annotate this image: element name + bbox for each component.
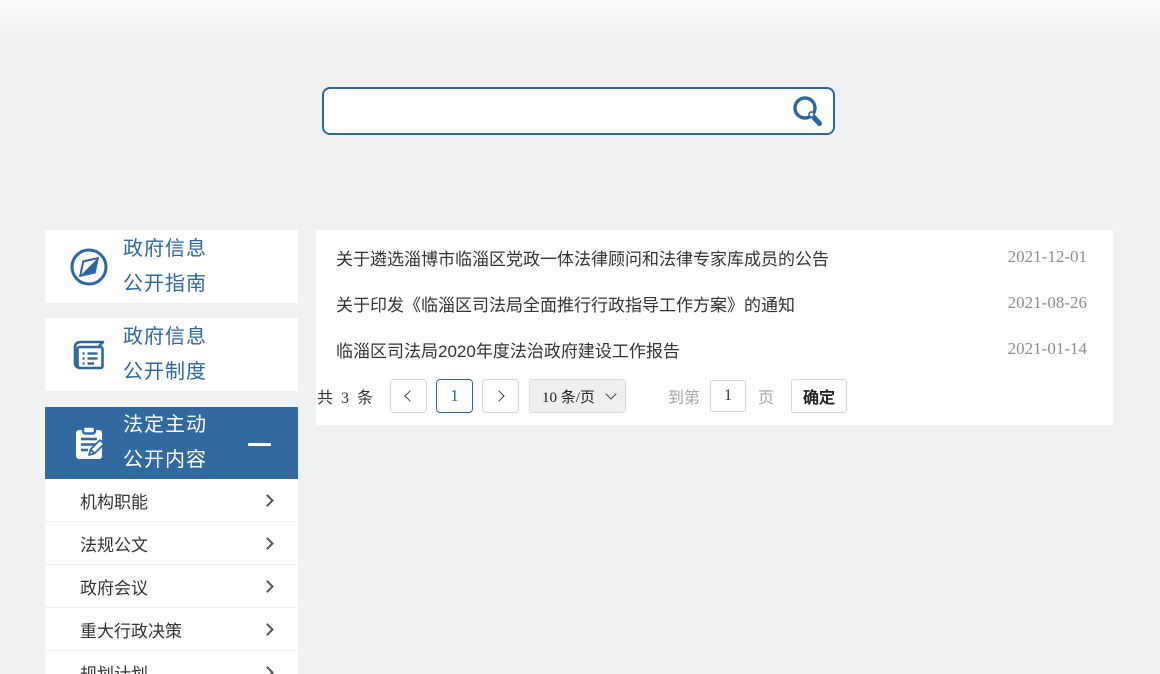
chevron-right-icon	[261, 493, 274, 507]
list-item: 临淄区司法局2020年度法治政府建设工作报告 2021-01-14	[316, 326, 1113, 372]
submenu-item-label: 法规公文	[80, 535, 148, 555]
article-date: 2021-12-01	[1007, 247, 1087, 266]
submenu-item-label: 重大行政决策	[80, 621, 182, 641]
page-size-label: 10 条/页	[542, 389, 595, 406]
confirm-button[interactable]: 确定	[790, 379, 847, 413]
search-input[interactable]	[324, 89, 781, 133]
sidebar-item-label: 法定主动 公开内容	[123, 414, 207, 471]
page-size-select[interactable]: 10 条/页	[529, 379, 626, 413]
chevron-right-icon	[493, 390, 505, 402]
search-box	[322, 87, 835, 135]
search-button[interactable]	[781, 89, 833, 133]
collapse-minus-icon[interactable]	[248, 443, 271, 446]
next-page-button[interactable]	[482, 379, 520, 413]
goto-page-suffix-label: 页	[757, 390, 774, 407]
submenu-item-label: 机构职能	[80, 492, 148, 512]
article-date: 2021-08-26	[1007, 293, 1087, 312]
article-list-panel: 关于遴选淄博市临淄区党政一体法律顾问和法律专家库成员的公告 2021-12-01…	[316, 230, 1113, 425]
book-icon	[67, 334, 111, 376]
submenu-item-regulations[interactable]: 法规公文	[45, 522, 298, 565]
sidebar-item-label: 政府信息 公开指南	[123, 237, 207, 295]
chevron-down-icon	[605, 388, 617, 400]
article-date: 2021-01-14	[1007, 339, 1087, 358]
goto-page-input[interactable]	[709, 380, 746, 412]
submenu-item-gov-meetings[interactable]: 政府会议	[45, 565, 298, 608]
chevron-left-icon	[404, 390, 416, 402]
list-item: 关于遴选淄博市临淄区党政一体法律顾问和法律专家库成员的公告 2021-12-01	[316, 234, 1113, 280]
submenu-item-org-functions[interactable]: 机构职能	[45, 479, 298, 522]
list-item: 关于印发《临淄区司法局全面推行行政指导工作方案》的通知 2021-08-26	[316, 280, 1113, 326]
chevron-right-icon	[261, 665, 274, 674]
magnifier-icon	[788, 93, 826, 129]
total-count-label: 共 3 条	[317, 390, 376, 407]
clipboard-pencil-icon	[67, 422, 111, 464]
sidebar-item-label: 政府信息 公开制度	[123, 325, 207, 383]
submenu-item-plans[interactable]: 规划计划	[45, 651, 298, 674]
sidebar-item-disclosure-system[interactable]: 政府信息 公开制度	[45, 318, 298, 391]
chevron-right-icon	[261, 622, 274, 636]
submenu-item-label: 政府会议	[80, 578, 148, 598]
page-number-button-1[interactable]: 1	[436, 379, 474, 413]
article-title-link[interactable]: 临淄区司法局2020年度法治政府建设工作报告	[336, 337, 680, 362]
sidebar-item-statutory-disclosure[interactable]: 法定主动 公开内容	[45, 407, 298, 479]
pagination: 共 3 条 1 10 条/页 到第 页 确定	[316, 379, 1113, 413]
sidebar-item-disclosure-guide[interactable]: 政府信息 公开指南	[45, 230, 298, 303]
goto-page-prefix-label: 到第	[667, 390, 700, 407]
chevron-right-icon	[261, 579, 274, 593]
compass-icon	[67, 246, 111, 288]
article-title-link[interactable]: 关于遴选淄博市临淄区党政一体法律顾问和法律专家库成员的公告	[336, 245, 829, 270]
sidebar: 政府信息 公开指南 政府信息 公开制度 法定主动 公开内容 机构职能 法规公文 …	[45, 230, 298, 674]
submenu-item-major-decisions[interactable]: 重大行政决策	[45, 608, 298, 651]
article-title-link[interactable]: 关于印发《临淄区司法局全面推行行政指导工作方案》的通知	[336, 291, 795, 316]
chevron-right-icon	[261, 536, 274, 550]
sidebar-submenu: 机构职能 法规公文 政府会议 重大行政决策 规划计划	[45, 479, 298, 674]
prev-page-button[interactable]	[390, 379, 428, 413]
submenu-item-label: 规划计划	[80, 664, 148, 674]
